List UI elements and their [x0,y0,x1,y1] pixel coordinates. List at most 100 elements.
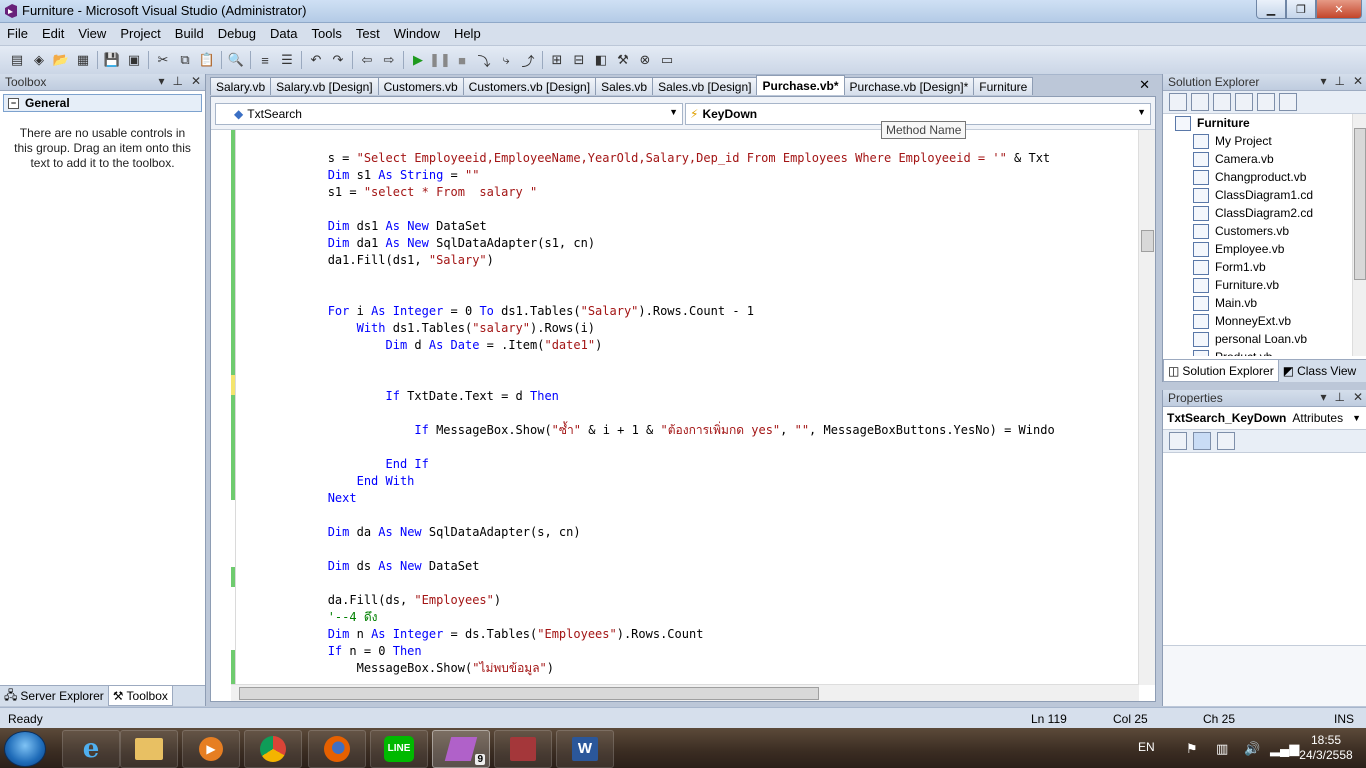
tree-item[interactable]: Camera.vb [1163,150,1349,168]
navigate-back-icon[interactable]: ⇦ [358,51,376,69]
restore-button[interactable]: ❐ [1286,0,1316,19]
tab-purchase-vb[interactable]: Purchase.vb* [756,75,845,95]
copy-icon[interactable]: ⧉ [176,51,194,69]
start-debug-icon[interactable]: ▶ [409,51,427,69]
input-language[interactable]: EN [1138,740,1155,754]
menu-debug[interactable]: Debug [211,23,263,45]
tree-item[interactable]: Furniture.vb [1163,276,1349,294]
tab-customers-vb[interactable]: Customers.vb [377,77,464,95]
tab-salary-vb[interactable]: Salary.vb [210,77,272,95]
redo-icon[interactable]: ↷ [329,51,347,69]
dropdown-icon[interactable]: ▾ [158,74,164,88]
collapse-icon[interactable]: − [8,97,19,109]
menu-test[interactable]: Test [349,23,387,45]
close-icon[interactable]: ✕ [191,74,201,88]
step-into-icon[interactable]: ⤵ [475,51,493,69]
step-over-icon[interactable]: ⤷ [497,51,515,69]
tab-purchase-design[interactable]: Purchase.vb [Design]* [843,77,975,95]
properties-icon[interactable] [1169,93,1187,111]
tab-solution-explorer[interactable]: ◫ Solution Explorer [1163,360,1279,382]
visual-studio-taskbar-icon[interactable]: 9 [432,730,490,768]
scroll-thumb[interactable] [239,687,819,700]
new-project-icon[interactable]: ▤ [8,51,26,69]
tree-item[interactable]: Customers.vb [1163,222,1349,240]
line-app-icon[interactable]: LINE [370,730,428,768]
tree-item[interactable]: Product.vb [1163,348,1349,356]
volume-icon[interactable]: 🔊 [1244,741,1260,757]
menu-window[interactable]: Window [387,23,447,45]
view-designer-icon[interactable] [1257,93,1275,111]
tree-item[interactable]: Employee.vb [1163,240,1349,258]
start-button[interactable] [4,731,46,767]
solution-explorer-icon[interactable]: ⊞ [548,51,566,69]
show-all-files-icon[interactable] [1191,93,1209,111]
close-button[interactable]: ✕ [1316,0,1362,19]
categorized-icon[interactable] [1169,432,1187,450]
class-diagram-icon[interactable] [1279,93,1297,111]
horizontal-scrollbar[interactable] [231,684,1139,701]
dropdown-icon[interactable]: ▾ [1320,74,1326,88]
command-window-icon[interactable]: ▭ [658,51,676,69]
navigate-forward-icon[interactable]: ⇨ [380,51,398,69]
scroll-thumb[interactable] [1354,128,1366,280]
view-code-icon[interactable] [1235,93,1253,111]
save-all-icon[interactable]: ▣ [125,51,143,69]
step-out-icon[interactable]: ⤴ [519,51,537,69]
pin-icon[interactable]: ⊥ [1334,390,1344,404]
object-selector[interactable]: TxtSearch_KeyDown Attributes ▼ [1163,407,1366,430]
object-browser-icon[interactable]: ◧ [592,51,610,69]
tree-item[interactable]: My Project [1163,132,1349,150]
comment-icon[interactable]: ≡ [256,51,274,69]
properties-icon[interactable]: ⊟ [570,51,588,69]
tab-customers-design[interactable]: Customers.vb [Design] [462,77,597,95]
word-icon[interactable]: W [556,730,614,768]
vertical-scrollbar[interactable] [1138,130,1155,685]
undo-icon[interactable]: ↶ [307,51,325,69]
tab-server-explorer[interactable]: 🖧 Server Explorer [0,686,108,706]
pause-icon[interactable]: ❚❚ [429,51,451,69]
code-text-area[interactable]: s = "Select Employeeid,EmployeeName,Year… [211,130,1139,685]
tree-item[interactable]: personal Loan.vb [1163,330,1349,348]
uncomment-icon[interactable]: ☰ [278,51,296,69]
paste-icon[interactable]: 📋 [198,51,216,69]
menu-help[interactable]: Help [447,23,488,45]
tree-root-project[interactable]: Furniture [1163,114,1349,132]
system-clock[interactable]: 18:55 24/3/2558 [1294,733,1358,763]
add-item-icon[interactable]: ◈ [30,51,48,69]
vertical-scrollbar[interactable] [1352,114,1366,356]
tree-item[interactable]: Main.vb [1163,294,1349,312]
chrome-icon[interactable] [244,730,302,768]
tab-sales-vb[interactable]: Sales.vb [595,77,654,95]
tab-sales-design[interactable]: Sales.vb [Design] [652,77,758,95]
tab-furniture[interactable]: Furniture [973,77,1034,95]
scroll-thumb[interactable] [1141,230,1154,252]
internet-explorer-icon[interactable]: e [62,730,120,768]
stop-icon[interactable]: ■ [453,51,471,69]
alphabetical-icon[interactable] [1193,432,1211,450]
close-icon[interactable]: ✕ [1353,390,1363,404]
menu-build[interactable]: Build [168,23,211,45]
toolbox-icon[interactable]: ⚒ [614,51,632,69]
error-list-icon[interactable]: ⊗ [636,51,654,69]
tree-item[interactable]: ClassDiagram2.cd [1163,204,1349,222]
find-icon[interactable]: 🔍 [227,51,245,69]
tree-item[interactable]: Form1.vb [1163,258,1349,276]
menu-tools[interactable]: Tools [304,23,348,45]
menu-file[interactable]: File [0,23,35,45]
media-player-icon[interactable]: ▶ [182,730,240,768]
class-name-combo[interactable]: ◆ TxtSearch ▼ [215,103,683,125]
cut-icon[interactable]: ✂ [154,51,172,69]
firefox-icon[interactable] [308,730,366,768]
close-icon[interactable]: ✕ [1353,74,1363,88]
access-icon[interactable] [494,730,552,768]
tab-toolbox[interactable]: ⚒ Toolbox [107,686,173,706]
tree-item[interactable]: ClassDiagram1.cd [1163,186,1349,204]
flag-icon[interactable]: ⚑ [1186,741,1198,757]
pin-icon[interactable]: ⊥ [172,74,182,88]
dropdown-icon[interactable]: ▾ [1320,390,1326,404]
menu-data[interactable]: Data [263,23,304,45]
toolbox-group-general[interactable]: − General [3,94,202,112]
open-file-icon[interactable]: 📂 [52,51,70,69]
tree-item[interactable]: MonneyExt.vb [1163,312,1349,330]
add-new-item-icon[interactable]: ▦ [74,51,92,69]
